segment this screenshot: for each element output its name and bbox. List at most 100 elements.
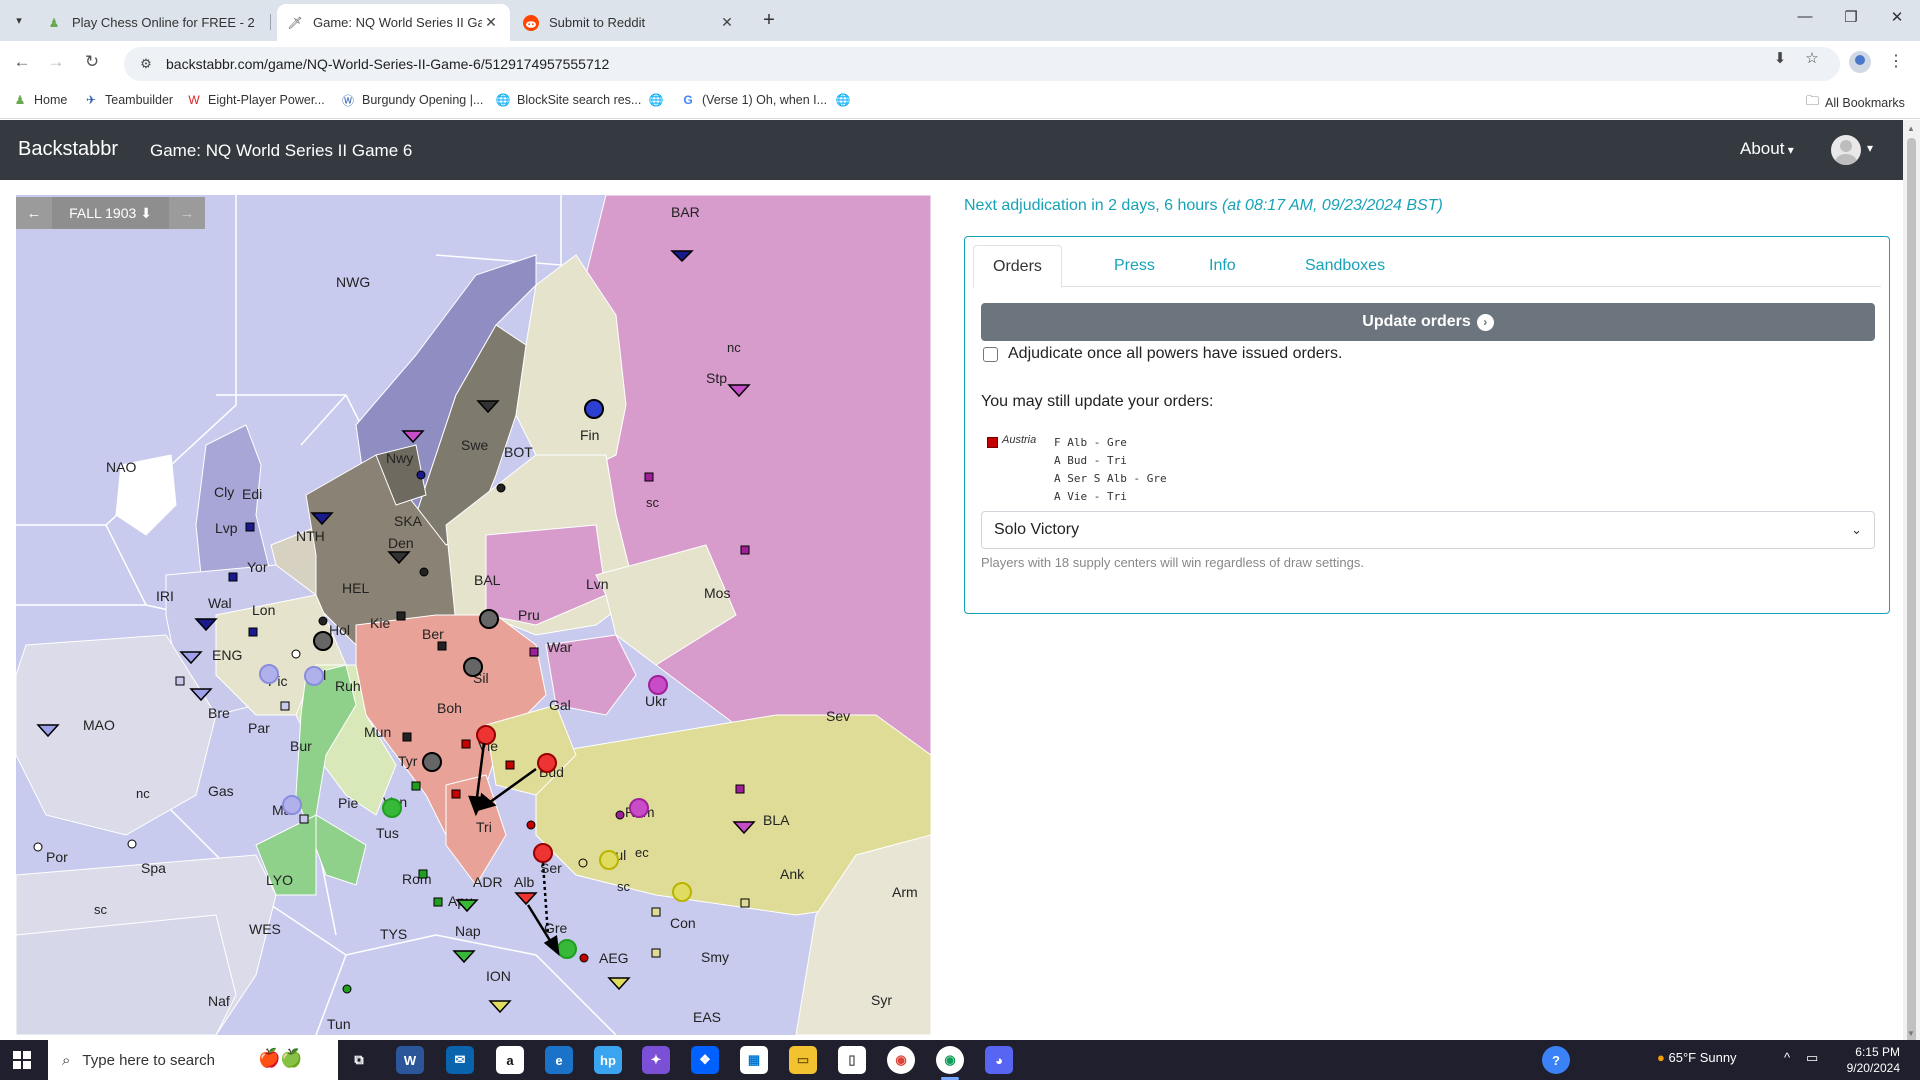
supply-center: [411, 781, 421, 791]
map-label: Stp: [706, 370, 727, 386]
scroll-down-arrow-icon[interactable]: ▼: [1907, 1029, 1915, 1038]
bookmark-star-icon[interactable]: ☆: [1800, 49, 1824, 67]
army-austria-bud: [537, 753, 557, 773]
browser-tab-game[interactable]: 🗡 Game: NQ World Series II Game ✕: [277, 4, 510, 41]
adjudicate-checkbox-row[interactable]: Adjudicate once all powers have issued o…: [983, 345, 1342, 363]
adjudicate-checkbox[interactable]: [983, 346, 998, 362]
bookmark-globe[interactable]: 🌐: [648, 92, 670, 108]
supply-center: [318, 616, 328, 626]
tab-sandboxes[interactable]: Sandboxes: [1286, 245, 1404, 287]
map-label: BAL: [474, 572, 501, 588]
copilot-icon[interactable]: ✦: [642, 1046, 670, 1074]
phase-label[interactable]: FALL 1903 ⬇: [52, 197, 169, 229]
map-label: Alb: [514, 874, 534, 890]
diplomacy-map[interactable]: BAR NWG NAO Fin nc Stp Nwy Swe BOT sc Cl…: [16, 195, 931, 1035]
file-explorer-icon[interactable]: ▭: [789, 1046, 817, 1074]
order-line: F Alb - Gre: [1054, 436, 1127, 449]
map-label: ADR: [473, 874, 503, 890]
map-label: Tus: [376, 825, 399, 841]
wordpress-icon: Ⓦ: [341, 93, 354, 108]
next-phase-arrow-icon[interactable]: →: [169, 205, 205, 222]
close-window-icon[interactable]: ✕: [1874, 8, 1920, 26]
brand-logo[interactable]: Backstabbr: [18, 138, 118, 161]
close-tab-icon[interactable]: ✕: [718, 14, 736, 31]
adjudicate-checkbox-label[interactable]: Adjudicate once all powers have issued o…: [1008, 345, 1342, 363]
user-menu-caret-icon[interactable]: ▾: [1867, 141, 1873, 155]
army-france-pic: [259, 664, 279, 684]
order-line: A Vie - Tri: [1054, 490, 1127, 503]
update-orders-button[interactable]: Update orders ›: [981, 303, 1875, 341]
map-label: Nwy: [386, 450, 413, 466]
back-arrow-icon[interactable]: ←: [10, 52, 34, 72]
new-tab-plus-icon[interactable]: +: [758, 9, 780, 32]
task-view-icon[interactable]: ⧉: [345, 1046, 373, 1074]
close-tab-icon[interactable]: ✕: [482, 14, 500, 31]
map-label: Mos: [704, 585, 730, 601]
supply-center: [735, 784, 745, 794]
supply-center: [396, 611, 406, 621]
bookmark-teambuilder[interactable]: ✈ Teambuilder: [83, 92, 173, 108]
all-bookmarks[interactable]: 🗀 All Bookmarks: [1806, 92, 1905, 114]
site-navbar: Backstabbr Game: NQ World Series II Game…: [0, 120, 1903, 180]
map-label: Swe: [461, 437, 488, 453]
victory-condition-select[interactable]: Solo Victory ⌄: [981, 511, 1875, 549]
amazon-icon[interactable]: a: [496, 1046, 524, 1074]
supply-center: [437, 641, 447, 651]
supply-center: [175, 676, 185, 686]
bookmark-home[interactable]: ♟ Home: [12, 92, 68, 108]
hp-icon[interactable]: hp: [594, 1046, 622, 1074]
taskbar-clock[interactable]: 6:15 PM 9/20/2024: [1828, 1044, 1900, 1076]
all-bookmarks-label: All Bookmarks: [1825, 96, 1905, 110]
address-bar[interactable]: ⚙ backstabbr.com/game/NQ-World-Series-II…: [124, 47, 1840, 81]
tab-info[interactable]: Info: [1190, 245, 1255, 287]
help-icon[interactable]: ?: [1542, 1046, 1570, 1074]
browser-tab-chess[interactable]: ♟ Play Chess Online for FREE - 2 P: [36, 4, 269, 41]
bookmark-verse[interactable]: G (Verse 1) Oh, when I...: [680, 92, 827, 108]
chrome-icon[interactable]: ◉: [887, 1046, 915, 1074]
discord-icon[interactable]: ◕: [985, 1046, 1013, 1074]
tab-orders[interactable]: Orders: [973, 245, 1062, 288]
supply-center: [579, 953, 589, 963]
forward-arrow-icon[interactable]: →: [44, 52, 68, 72]
tab-press[interactable]: Press: [1095, 245, 1174, 287]
site-info-icon[interactable]: ⚙: [136, 56, 156, 72]
about-dropdown[interactable]: About: [1740, 139, 1794, 159]
profile-avatar-icon[interactable]: [1849, 51, 1871, 73]
bookmark-globe-2[interactable]: 🌐: [835, 92, 857, 108]
user-avatar[interactable]: [1831, 135, 1861, 165]
order-line: A Bud - Tri: [1054, 454, 1127, 467]
browser-tab-reddit[interactable]: Submit to Reddit ✕: [513, 4, 746, 41]
army-russia-rum: [629, 798, 649, 818]
bookmark-eight-player[interactable]: W Eight-Player Power...: [186, 92, 324, 108]
mail-icon[interactable]: ✉: [446, 1046, 474, 1074]
bookmark-burgundy[interactable]: Ⓦ Burgundy Opening |...: [340, 92, 483, 108]
chrome-active-icon[interactable]: ◉: [936, 1046, 964, 1074]
network-icon[interactable]: ▭: [1806, 1050, 1818, 1066]
restore-icon[interactable]: ❐: [1828, 8, 1874, 26]
tray-chevron-icon[interactable]: ^: [1784, 1050, 1790, 1065]
minimize-icon[interactable]: —: [1782, 8, 1828, 25]
map-label: BOT: [504, 444, 533, 460]
browser-menu-icon[interactable]: ⋮: [1888, 51, 1904, 71]
supply-center: [419, 567, 429, 577]
scrollbar-thumb[interactable]: [1907, 138, 1916, 1048]
windows-start-icon[interactable]: [13, 1051, 31, 1069]
weather-widget[interactable]: ● 65°F Sunny: [1657, 1050, 1737, 1065]
previous-phase-arrow-icon[interactable]: ←: [16, 205, 52, 222]
bookmark-blocksite[interactable]: 🌐 BlockSite search res...: [495, 92, 642, 108]
notepad-icon[interactable]: ▯: [838, 1046, 866, 1074]
install-app-icon[interactable]: ⬇: [1768, 49, 1792, 67]
store-icon[interactable]: ▦: [740, 1046, 768, 1074]
map-label: Syr: [871, 992, 892, 1008]
page-scrollbar[interactable]: ▲ ▼: [1903, 120, 1920, 1048]
url-text[interactable]: backstabbr.com/game/NQ-World-Series-II-G…: [166, 56, 609, 72]
supply-center: [342, 984, 352, 994]
word-icon[interactable]: W: [396, 1046, 424, 1074]
reload-icon[interactable]: ↻: [80, 52, 104, 72]
tab-list-chevron-icon[interactable]: ▾: [8, 9, 30, 31]
supply-center: [505, 760, 515, 770]
edge-icon[interactable]: e: [545, 1046, 573, 1074]
map-label: Par: [248, 720, 270, 736]
dropbox-icon[interactable]: ❖: [691, 1046, 719, 1074]
scroll-up-arrow-icon[interactable]: ▲: [1907, 124, 1915, 133]
